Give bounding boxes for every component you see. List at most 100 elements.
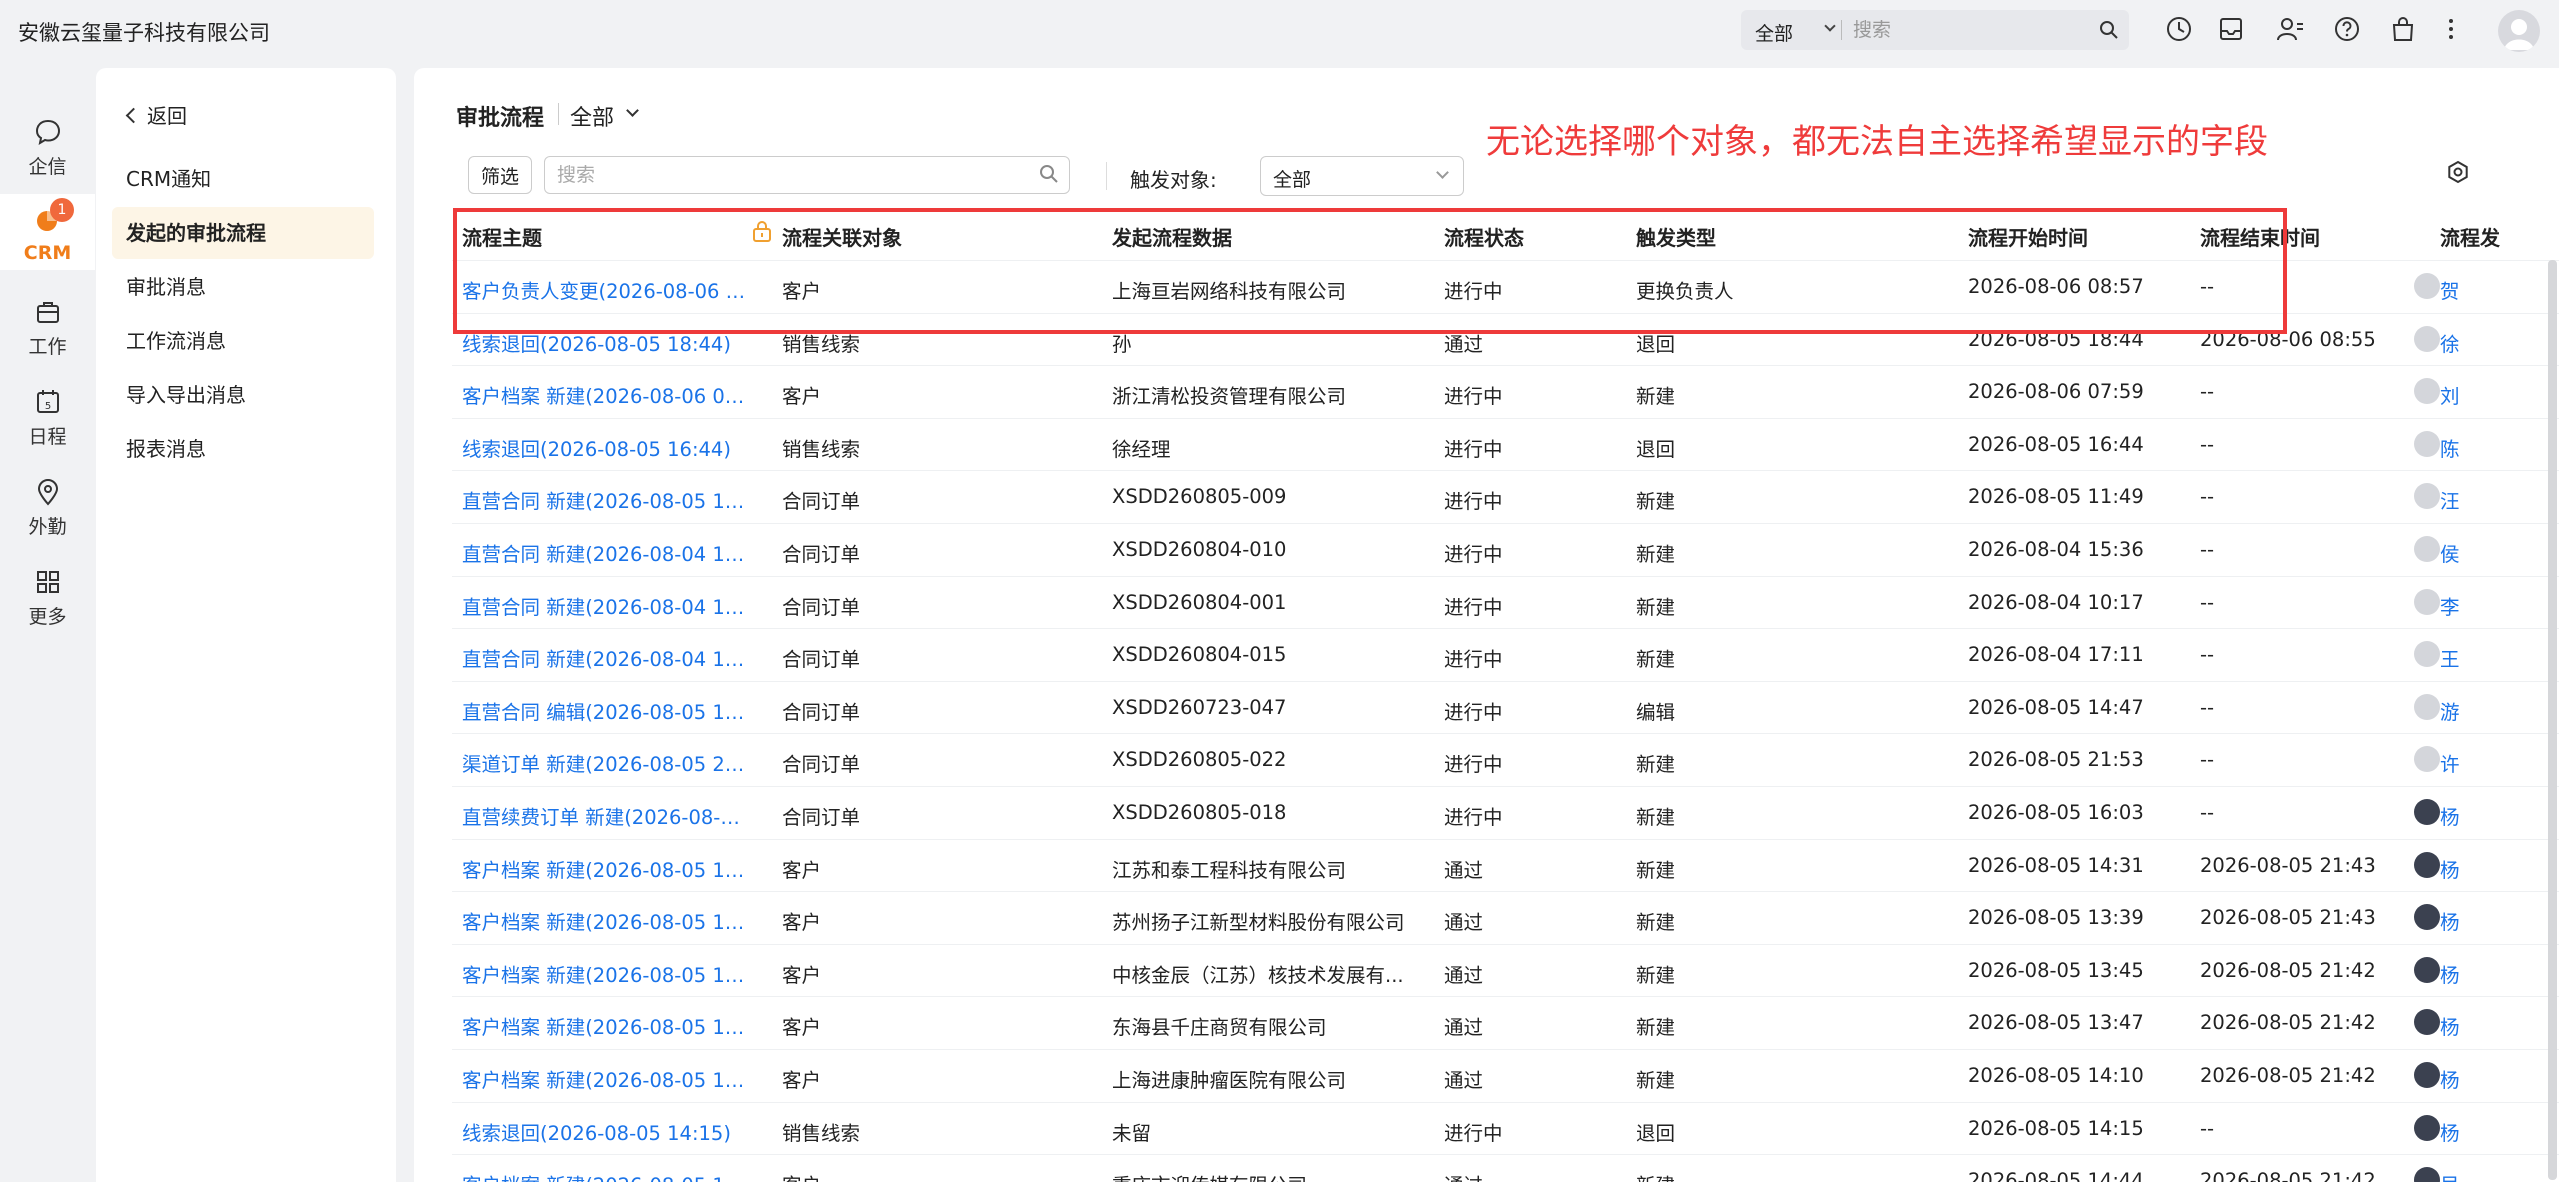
col-header[interactable]: 发起流程数据 xyxy=(1112,222,1232,251)
chevron-down-icon[interactable] xyxy=(626,104,639,117)
submenu-item-initiated-approvals[interactable]: 发起的审批流程 xyxy=(112,207,374,259)
flow-subject-link[interactable]: 客户档案 新建(2026-08-05 14:44) xyxy=(462,1169,752,1182)
nav-item-work[interactable]: 工作 xyxy=(0,286,95,362)
flow-subject-link[interactable]: 客户档案 新建(2026-08-05 13:39) xyxy=(462,906,752,935)
table-row[interactable]: 线索退回(2026-08-05 18:44) 销售线索 孙 通过 退回 2026-08-0… xyxy=(452,312,2559,366)
flow-subject-link[interactable]: 直营合同 新建(2026-08-05 11:49) xyxy=(462,485,752,514)
settings-icon[interactable] xyxy=(2446,160,2470,184)
initiator: 杨 xyxy=(2440,911,2460,935)
end-time: -- xyxy=(2200,485,2215,509)
trigger-type: 新建 xyxy=(1636,648,1676,672)
table-row[interactable]: 直营合同 新建(2026-08-04 10:... 合同订单 XSDD260804-… xyxy=(452,575,2559,629)
table-row[interactable]: 客户档案 新建(2026-08-05 13:47) 客户 东海县千庄商贸有限公司 通过… xyxy=(452,996,2559,1049)
table-row[interactable]: 直营合同 新建(2026-08-05 11:49) 合同订单 XSDD260805-… xyxy=(452,470,2559,523)
flow-subject-link[interactable]: 客户档案 新建(2026-08-05 14:10) xyxy=(462,1064,752,1093)
nav-item-crm[interactable]: 1 CRM xyxy=(0,194,95,270)
col-header[interactable]: 触发类型 xyxy=(1636,222,1716,251)
flow-status: 进行中 xyxy=(1444,648,1503,672)
scope-dropdown[interactable]: 全部 xyxy=(570,100,614,132)
table-row[interactable]: 客户档案 新建(2026-08-05 14:10) 客户 上海进康肿瘤医院有限公司 通… xyxy=(452,1049,2559,1102)
inbox-icon[interactable] xyxy=(2218,16,2244,42)
table-row[interactable]: 直营合同 新建(2026-08-04 17:11) 合同订单 XSDD260804-… xyxy=(452,628,2559,681)
table-row[interactable]: 线索退回(2026-08-05 16:44) 销售线索 徐经理 进行中 退回 2026-0… xyxy=(452,417,2559,471)
search-icon[interactable] xyxy=(1039,164,1059,184)
vertical-scrollbar[interactable] xyxy=(2548,260,2557,1180)
crm-submenu: 返回 CRM通知 发起的审批流程 审批消息 工作流消息 导入导出消息 报表消息 xyxy=(96,68,396,1182)
nav-item-chat[interactable]: 企信 xyxy=(0,106,95,182)
user-avatar[interactable] xyxy=(2498,10,2540,52)
flow-subject-link[interactable]: 客户档案 新建(2026-08-05 13:45) xyxy=(462,959,752,988)
divider xyxy=(1106,162,1107,190)
table-row[interactable]: 直营合同 编辑(2026-08-05 14:... 合同订单 XSDD260723-… xyxy=(452,680,2559,734)
start-time: 2026-08-05 11:49 xyxy=(1968,485,2144,509)
flow-subject-link[interactable]: 客户档案 新建(2026-08-06 07:59) xyxy=(462,380,752,409)
nav-item-calendar[interactable]: 5 日程 xyxy=(0,376,95,452)
trigger-type: 编辑 xyxy=(1636,700,1676,724)
search-scope-dropdown[interactable]: 全部 xyxy=(1755,19,1793,46)
avatar xyxy=(2414,378,2440,405)
search-icon[interactable] xyxy=(2099,20,2119,40)
table-row[interactable]: 客户档案 新建(2026-08-06 07:59) 客户 浙江清松投资管理有限公司 进… xyxy=(452,365,2559,418)
submenu-item-report-messages[interactable]: 报表消息 xyxy=(112,423,374,475)
bag-icon[interactable] xyxy=(2390,16,2416,42)
initiator: 杨 xyxy=(2440,963,2460,987)
trigger-type: 新建 xyxy=(1636,1016,1676,1040)
table-row[interactable]: 客户负责人变更(2026-08-06 08... 客户 上海亘岩网络科技有限公司 进行… xyxy=(452,260,2559,313)
table-row[interactable]: 线索退回(2026-08-05 14:15) 销售线索 未留 进行中 退回 2026-08… xyxy=(452,1101,2559,1155)
submenu-item-approval-messages[interactable]: 审批消息 xyxy=(112,261,374,313)
trigger-type: 新建 xyxy=(1636,490,1676,514)
flow-subject-link[interactable]: 直营合同 新建(2026-08-04 17:11) xyxy=(462,643,752,672)
global-search-input[interactable] xyxy=(1853,14,2093,46)
flow-subject-link[interactable]: 线索退回(2026-08-05 14:15) xyxy=(462,1117,752,1146)
flow-subject-link[interactable]: 客户档案 新建(2026-08-05 13:47) xyxy=(462,1011,752,1040)
related-object: 客户 xyxy=(782,858,822,882)
table-row[interactable]: 客户档案 新建(2026-08-05 13:45) 客户 中核金辰（江苏）核技术发展… xyxy=(452,943,2559,997)
flow-subject-link[interactable]: 线索退回(2026-08-05 16:44) xyxy=(462,433,752,462)
col-header[interactable]: 流程关联对象 xyxy=(782,222,902,251)
table-row[interactable]: 直营续费订单 新建(2026-08-05... 合同订单 XSDD260805-01… xyxy=(452,786,2559,839)
back-button[interactable]: 返回 xyxy=(124,100,187,129)
table-row[interactable]: 客户档案 新建(2026-08-05 14:31) 客户 江苏和泰工程科技有限公司 通… xyxy=(452,838,2559,892)
filter-button[interactable]: 筛选 xyxy=(468,156,532,194)
divider xyxy=(1841,20,1842,40)
table-row[interactable]: 渠道订单 新建(2026-08-05 21:... 合同订单 XSDD260805-… xyxy=(452,733,2559,786)
table-row[interactable]: 直营合同 新建(2026-08-04 15:... 合同订单 XSDD260804-… xyxy=(452,523,2559,576)
trigger-object-value: 全部 xyxy=(1273,169,1312,191)
flow-subject-link[interactable]: 客户档案 新建(2026-08-05 14:31) xyxy=(462,854,752,883)
start-time: 2026-08-05 14:47 xyxy=(1968,695,2144,719)
flow-subject-link[interactable]: 直营续费订单 新建(2026-08-05... xyxy=(462,801,752,830)
start-time: 2026-08-04 17:11 xyxy=(1968,643,2144,667)
chat-icon xyxy=(35,119,61,146)
col-header[interactable]: 流程主题 xyxy=(462,222,542,251)
clock-icon[interactable] xyxy=(2166,16,2192,42)
submenu-item-crm-notice[interactable]: CRM通知 xyxy=(112,153,374,205)
flow-subject-link[interactable]: 渠道订单 新建(2026-08-05 21:... xyxy=(462,748,752,777)
more-vertical-icon[interactable] xyxy=(2446,16,2456,42)
table-row[interactable]: 客户档案 新建(2026-08-05 13:39) 客户 苏州扬子江新型材料股份有限… xyxy=(452,891,2559,944)
end-time: -- xyxy=(2200,1116,2215,1140)
initiator: 杨 xyxy=(2440,1016,2460,1040)
end-time: 2026-08-06 08:55 xyxy=(2200,327,2376,351)
col-header[interactable]: 流程开始时间 xyxy=(1968,222,2088,251)
nav-item-more[interactable]: 更多 xyxy=(0,556,95,632)
help-icon[interactable] xyxy=(2334,16,2360,42)
flow-subject-link[interactable]: 直营合同 新建(2026-08-04 15:... xyxy=(462,538,752,567)
related-object: 合同订单 xyxy=(782,490,861,514)
list-search-input[interactable] xyxy=(557,161,1007,189)
flow-status: 进行中 xyxy=(1444,280,1503,303)
col-header[interactable]: 流程状态 xyxy=(1444,222,1524,251)
flow-subject-link[interactable]: 直营合同 新建(2026-08-04 10:... xyxy=(462,591,752,620)
initiator: 侯 xyxy=(2440,543,2460,566)
col-header[interactable]: 流程发 xyxy=(2440,222,2500,251)
flow-subject-link[interactable]: 客户负责人变更(2026-08-06 08... xyxy=(462,275,752,304)
submenu-item-workflow-messages[interactable]: 工作流消息 xyxy=(112,315,374,367)
trigger-object-select[interactable]: 全部 xyxy=(1260,156,1464,196)
col-header[interactable]: 流程结束时间 xyxy=(2200,222,2320,251)
contacts-icon[interactable] xyxy=(2276,16,2304,42)
flow-subject-link[interactable]: 直营合同 编辑(2026-08-05 14:... xyxy=(462,696,752,725)
table-row[interactable]: 客户档案 新建(2026-08-05 14:44) 客户 重庆市迎传媒有限公司 通过 新… xyxy=(452,1154,2559,1182)
flow-subject-link[interactable]: 线索退回(2026-08-05 18:44) xyxy=(462,328,752,357)
submenu-item-import-export-messages[interactable]: 导入导出消息 xyxy=(112,369,374,421)
nav-item-field[interactable]: 外勤 xyxy=(0,466,95,542)
start-time: 2026-08-06 08:57 xyxy=(1968,275,2144,298)
